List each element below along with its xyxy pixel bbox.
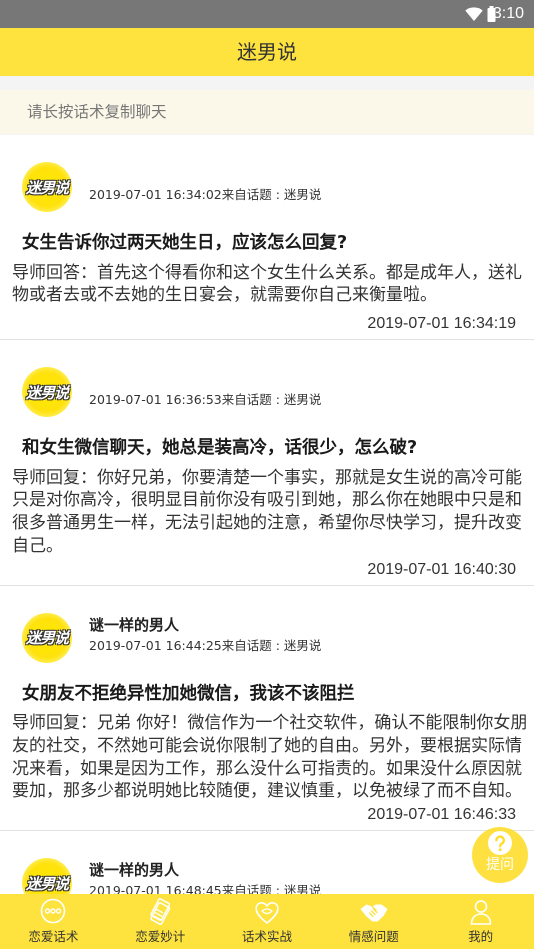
post-meta: 2019-07-01 16:44:25来自话题 : 迷男说 — [89, 637, 322, 653]
heart-icon — [255, 902, 279, 924]
avatar[interactable]: 迷男说 — [22, 162, 72, 212]
answer-timestamp: 2019-07-01 16:46:33 — [367, 806, 516, 824]
status-bar: 3:10 — [0, 0, 534, 28]
post-answer[interactable]: 导师回复：你好兄弟，你要清楚一个事实，那就是女生说的高冷可能只是对你高冷，很明显… — [0, 467, 530, 558]
person-icon — [470, 900, 491, 925]
handshake-icon — [360, 904, 388, 922]
post-meta: 2019-07-01 16:48:45来自话题 : 迷男说 — [89, 883, 322, 894]
cards-icon — [150, 898, 171, 925]
copy-hint-banner: 请长按话术复制聊天 — [0, 90, 534, 134]
notice-area: 请长按话术复制聊天 — [0, 76, 534, 135]
ask-question-label: 提问 — [486, 857, 514, 873]
post-header: 迷男说 谜一样的男人 2019-07-01 16:48:45来自话题 : 迷男说 — [0, 858, 534, 894]
app-header: 迷男说 — [0, 28, 534, 76]
post-answer[interactable]: 导师回复：兄弟 你好！微信作为一个社交软件，确认不能限制你女朋友的社交，不然她可… — [0, 712, 530, 803]
question-icon — [488, 831, 512, 855]
tab-phrase-practice[interactable]: 话术实战 — [214, 894, 321, 949]
tab-label: 情感问题 — [348, 929, 399, 944]
list-item[interactable]: 迷男说 谜一样的男人 2019-07-01 16:44:25来自话题 : 迷男说… — [0, 585, 534, 832]
post-title: 女朋友不拒绝异性加她微信，我该不该阻拦 — [22, 683, 355, 704]
tab-me[interactable]: 我的 — [427, 894, 534, 949]
status-time: 3:10 — [492, 5, 524, 22]
wifi-icon — [465, 7, 483, 22]
answer-timestamp: 2019-07-01 16:40:30 — [367, 560, 516, 578]
tab-label: 话术实战 — [241, 929, 292, 944]
tab-emotional-issues[interactable]: 情感问题 — [320, 894, 427, 949]
tab-love-tips[interactable]: 恋爱妙计 — [107, 894, 214, 949]
tab-love-phrases[interactable]: 恋爱话术 — [0, 894, 107, 949]
list-item[interactable]: 迷男说 谜一样的男人 2019-07-01 16:48:45来自话题 : 迷男说 — [0, 831, 534, 894]
post-title: 和女生微信聊天，她总是装高冷，话很少，怎么破? — [22, 438, 418, 459]
post-username[interactable]: 谜一样的男人 — [89, 860, 179, 880]
chat-bubble-icon — [41, 898, 66, 924]
post-title: 女生告诉你过两天她生日，应该怎么回复? — [22, 233, 348, 253]
post-list[interactable]: 请长按话术复制聊天 迷男说 2019-07-01 16:34:02来自话题 : … — [0, 76, 534, 894]
post-answer[interactable]: 导师回答：首先这个得看你和这个女生什么关系。都是成年人，送礼物或者去或不去她的生… — [0, 262, 530, 307]
avatar[interactable]: 迷男说 — [22, 612, 72, 663]
avatar[interactable]: 迷男说 — [22, 367, 72, 418]
post-username[interactable]: 谜一样的男人 — [89, 615, 179, 635]
post-meta: 2019-07-01 16:36:53来自话题 : 迷男说 — [89, 392, 322, 408]
avatar[interactable]: 迷男说 — [22, 858, 72, 894]
tab-label: 恋爱话术 — [28, 929, 79, 944]
tab-label: 恋爱妙计 — [135, 929, 186, 944]
answer-timestamp: 2019-07-01 16:34:19 — [367, 315, 516, 333]
list-item[interactable]: 迷男说 2019-07-01 16:36:53来自话题 : 迷男说 和女生微信聊… — [0, 340, 534, 586]
list-item[interactable]: 迷男说 2019-07-01 16:34:02来自话题 : 迷男说 女生告诉你过… — [0, 135, 534, 341]
post-header: 迷男说 谜一样的男人 2019-07-01 16:44:25来自话题 : 迷男说 — [0, 612, 534, 663]
post-header: 迷男说 2019-07-01 16:34:02来自话题 : 迷男说 — [0, 162, 534, 212]
post-header: 迷男说 2019-07-01 16:36:53来自话题 : 迷男说 — [0, 367, 534, 418]
tab-label: 我的 — [468, 929, 494, 944]
post-meta: 2019-07-01 16:34:02来自话题 : 迷男说 — [89, 187, 322, 202]
bottom-nav: 恋爱话术 恋爱妙计 话术实战 情感问题 我的 — [0, 894, 534, 949]
page-title: 迷男说 — [237, 40, 297, 64]
ask-question-button[interactable]: 提问 — [472, 827, 528, 883]
